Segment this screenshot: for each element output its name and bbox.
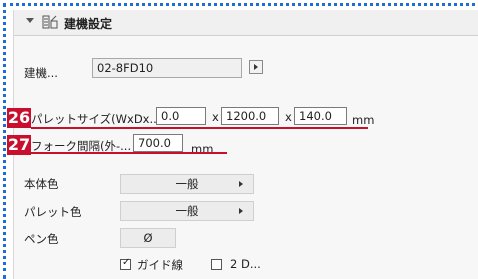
pen-color-value: Ø	[143, 231, 153, 245]
pallet-height-input[interactable]: 140.0	[294, 107, 347, 125]
callout-underline-26	[31, 127, 368, 129]
pallet-color-value: 一般	[175, 204, 199, 218]
checkmark-icon: ✓	[122, 257, 131, 268]
two-d-checkbox[interactable]	[211, 259, 222, 270]
settings-panel: 建機設定 建機... 02-8FD10 26 パレットサイズ(WxDx... 0…	[7, 10, 478, 279]
pallet-size-unit: mm	[352, 113, 375, 127]
play-arrow-icon	[239, 181, 243, 187]
dotted-border-top	[3, 3, 478, 6]
pallet-size-label: パレットサイズ(WxDx...	[31, 112, 161, 126]
panel-header[interactable]: 建機設定	[14, 10, 478, 36]
pallet-width-input[interactable]: 0.0	[156, 107, 206, 125]
times-sign: x	[212, 110, 219, 124]
times-sign: x	[285, 110, 292, 124]
pallet-color-label: パレット色	[24, 205, 82, 219]
building-machine-icon	[42, 15, 58, 29]
callout-underline-27	[31, 152, 227, 154]
pen-color-button[interactable]: Ø	[120, 228, 176, 248]
play-arrow-icon	[254, 64, 258, 70]
collapse-triangle-icon[interactable]	[26, 18, 34, 23]
callout-26: 26	[7, 108, 31, 128]
body-color-label: 本体色	[24, 177, 59, 191]
dotted-border-left	[3, 3, 6, 279]
guide-line-label: ガイド線	[137, 258, 183, 272]
body-color-value: 一般	[175, 177, 199, 191]
guide-line-checkbox[interactable]: ✓	[120, 257, 131, 270]
fork-spacing-input[interactable]: 700.0	[133, 134, 183, 152]
building-field: 02-8FD10	[92, 58, 242, 78]
body-color-dropdown[interactable]: 一般	[120, 174, 254, 194]
pallet-depth-input[interactable]: 1200.0	[221, 107, 279, 125]
play-arrow-icon	[239, 208, 243, 214]
callout-27: 27	[7, 135, 31, 155]
pallet-color-dropdown[interactable]: 一般	[120, 201, 254, 221]
two-d-label: 2 D...	[230, 257, 261, 271]
panel-title: 建機設定	[64, 17, 113, 31]
pen-color-label: ペン色	[24, 232, 59, 246]
building-label: 建機...	[24, 66, 58, 80]
building-select-button[interactable]	[249, 60, 263, 74]
